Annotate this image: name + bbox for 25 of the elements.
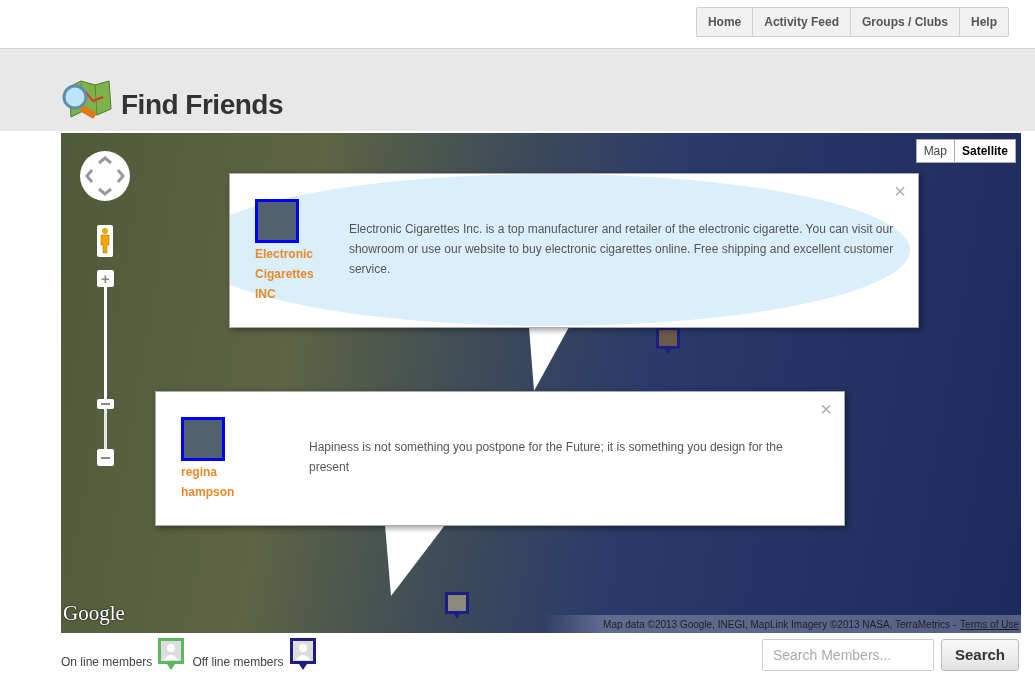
zoom-out-button[interactable] (97, 449, 114, 466)
map-type-button[interactable]: Satellite (953, 140, 1015, 162)
page-title: Find Friends (121, 91, 283, 121)
legend-label: Off line members (192, 654, 284, 671)
arrows-icon (83, 154, 127, 198)
zoom-slider[interactable] (97, 287, 114, 449)
search-field[interactable]: Search Members... (761, 639, 934, 671)
map-type-button[interactable]: Map (916, 140, 954, 162)
legend-label: On line members (61, 654, 153, 671)
map-logo: Google (63, 599, 125, 627)
nav-tab[interactable]: Groups / Clubs (849, 8, 959, 36)
zoom-thumb[interactable] (97, 399, 114, 410)
attribution-text: Map data ©2013 Google, INEGI, MapLink Imagery ©2013 NASA, TerraMetrics - (603, 617, 957, 632)
search-button[interactable]: Search (940, 639, 1019, 671)
person-icon[interactable] (97, 225, 113, 257)
map-magnifier-icon (61, 77, 113, 121)
photo-marker[interactable] (445, 592, 469, 620)
status-text: Electronic Cigarettes Inc. is a top manufacturer and retailer of the electronic cigarette. You can visit our showroom or use our website to buy electronic cigarettes online. Free shipping and excellent customer service. (348, 221, 895, 278)
photo-marker[interactable] (656, 327, 680, 355)
nav-tab[interactable]: Activity Feed (752, 8, 850, 36)
zoom-in-button[interactable]: + (97, 270, 114, 287)
status-text: Hapiness is not something you postpone for the Future; it is something you design for the present (309, 439, 784, 476)
nav-tab[interactable]: Help (959, 8, 1008, 36)
nav-tab[interactable]: Home (696, 8, 753, 36)
pan-control[interactable] (80, 151, 130, 201)
